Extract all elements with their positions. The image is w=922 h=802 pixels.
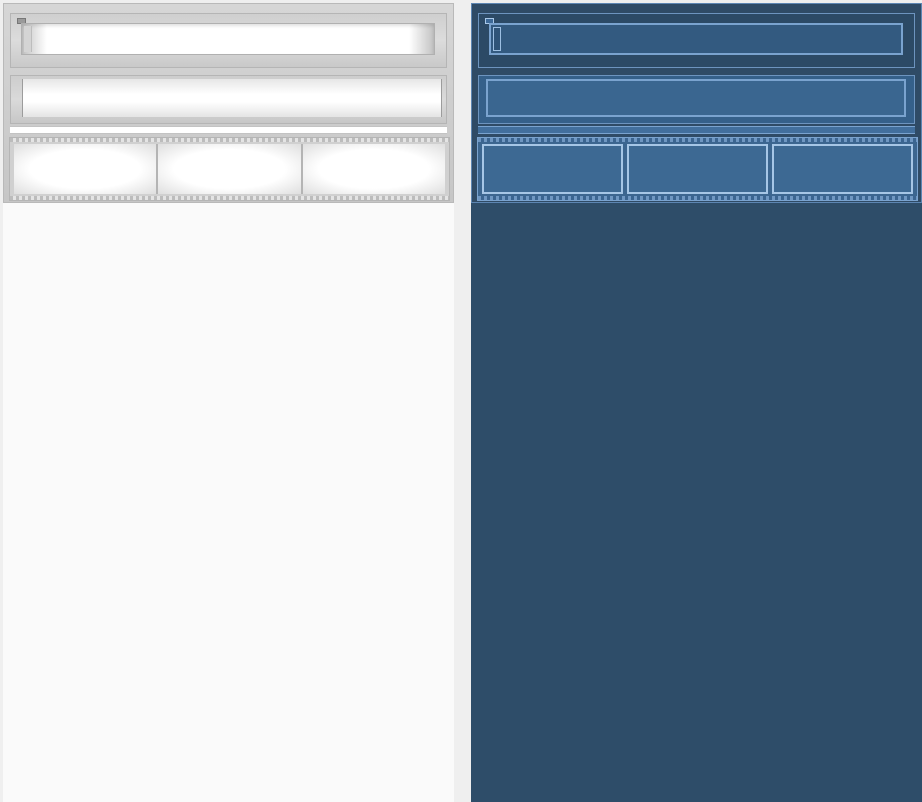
light-component-gallery bbox=[3, 3, 454, 203]
light-cells bbox=[14, 144, 445, 194]
dark-cell-3[interactable] bbox=[772, 144, 913, 194]
dark-text-input[interactable] bbox=[486, 79, 906, 117]
light-cell-2[interactable] bbox=[158, 144, 303, 194]
theme-comparison-page bbox=[0, 0, 922, 802]
dark-cell-2[interactable] bbox=[627, 144, 768, 194]
dark-text-row bbox=[478, 75, 915, 124]
dark-header-input[interactable] bbox=[489, 23, 903, 55]
dark-component-gallery bbox=[471, 3, 922, 203]
light-header-input-caret bbox=[24, 26, 32, 52]
dark-cell-1[interactable] bbox=[482, 144, 623, 194]
light-separator bbox=[10, 126, 447, 134]
dark-separator bbox=[478, 126, 915, 134]
dark-cells bbox=[482, 144, 913, 194]
light-cell-1[interactable] bbox=[14, 144, 159, 194]
light-cell-group bbox=[9, 137, 450, 201]
light-header-input[interactable] bbox=[21, 23, 435, 55]
light-text-input[interactable] bbox=[22, 79, 442, 117]
dark-cell-group bbox=[477, 137, 918, 201]
light-cell-3[interactable] bbox=[302, 144, 445, 194]
light-theme-panel bbox=[3, 3, 454, 802]
light-header-row bbox=[10, 13, 447, 68]
dark-theme-panel bbox=[471, 3, 922, 802]
light-text-row bbox=[10, 75, 447, 124]
dark-header-row bbox=[478, 13, 915, 68]
dark-header-input-caret bbox=[493, 27, 501, 51]
